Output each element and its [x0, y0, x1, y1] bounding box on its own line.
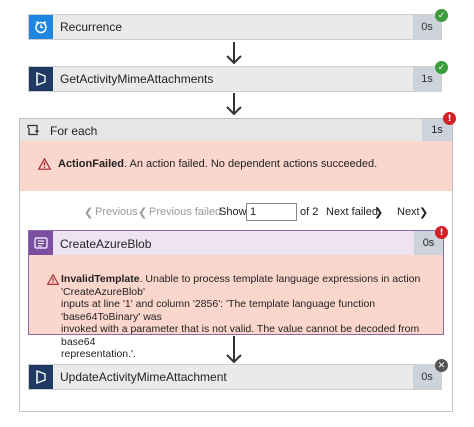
create-blob-title: CreateAzureBlob	[60, 237, 152, 251]
get-attachments-title: GetActivityMimeAttachments	[60, 72, 214, 86]
page-count: of 2	[300, 206, 319, 218]
error-text: . An action failed. No dependent actions…	[124, 158, 378, 170]
for-each-header[interactable]: For each 1s	[20, 119, 452, 141]
update-attachment-title: UpdateActivityMimeAttachment	[60, 370, 227, 384]
chevron-right-icon: ❯	[419, 207, 429, 219]
chevron-left-icon: ❮	[138, 207, 148, 219]
dynamics-icon	[29, 67, 53, 91]
invalid-template-title: InvalidTemplate	[61, 273, 140, 285]
warning-icon	[46, 273, 60, 289]
error-line-4: representation.'.	[61, 348, 136, 360]
show-label: Show	[219, 206, 247, 218]
chevron-right-icon: ❯	[374, 207, 384, 219]
chevron-left-icon: ❮	[84, 207, 94, 219]
next-label: Next	[397, 206, 420, 218]
next-button[interactable]: Next ❯	[397, 203, 429, 221]
create-blob-card[interactable]: CreateAzureBlob 0s InvalidTemplate. Unab…	[28, 230, 444, 360]
error-line-3: invoked with a parameter that is not val…	[61, 323, 420, 348]
previous-failed-button[interactable]: ❮ Previous failed	[138, 203, 221, 221]
for-each-error-banner: ActionFailed. An action failed. No depen…	[20, 141, 452, 191]
check-icon: ✓	[435, 9, 448, 22]
flow-arrow	[226, 336, 242, 366]
for-each-title: For each	[50, 124, 98, 138]
check-icon: ✓	[435, 61, 448, 74]
get-attachments-card[interactable]: GetActivityMimeAttachments 1s	[28, 66, 442, 92]
exclamation-icon: !	[443, 112, 456, 125]
error-line-2: inputs at line '1' and column '2856': 'T…	[61, 298, 376, 323]
for-each-error-message: ActionFailed. An action failed. No depen…	[58, 158, 377, 170]
next-failed-label: Next failed	[326, 206, 378, 218]
close-icon: ✕	[435, 359, 448, 372]
clock-icon	[29, 15, 53, 39]
flow-arrow	[226, 42, 242, 67]
update-attachment-card[interactable]: UpdateActivityMimeAttachment 0s	[28, 364, 442, 390]
exclamation-icon: !	[435, 226, 448, 239]
page-number-input[interactable]	[246, 203, 297, 221]
dynamics-icon	[29, 365, 53, 389]
warning-icon	[37, 157, 52, 173]
next-failed-button[interactable]: Next failed ❯	[326, 203, 386, 221]
recurrence-card[interactable]: Recurrence 0s	[28, 14, 442, 40]
previous-button[interactable]: ❮ Previous	[84, 203, 144, 221]
error-title: ActionFailed	[58, 158, 125, 170]
create-blob-error-text: InvalidTemplate. Unable to process templ…	[61, 273, 432, 361]
recurrence-title: Recurrence	[60, 20, 123, 34]
previous-failed-label: Previous failed	[149, 206, 222, 218]
loop-icon	[26, 123, 40, 137]
blob-storage-icon	[29, 231, 53, 255]
flow-arrow	[226, 93, 242, 118]
previous-label: Previous	[95, 206, 138, 218]
create-blob-header[interactable]: CreateAzureBlob 0s	[29, 231, 443, 255]
